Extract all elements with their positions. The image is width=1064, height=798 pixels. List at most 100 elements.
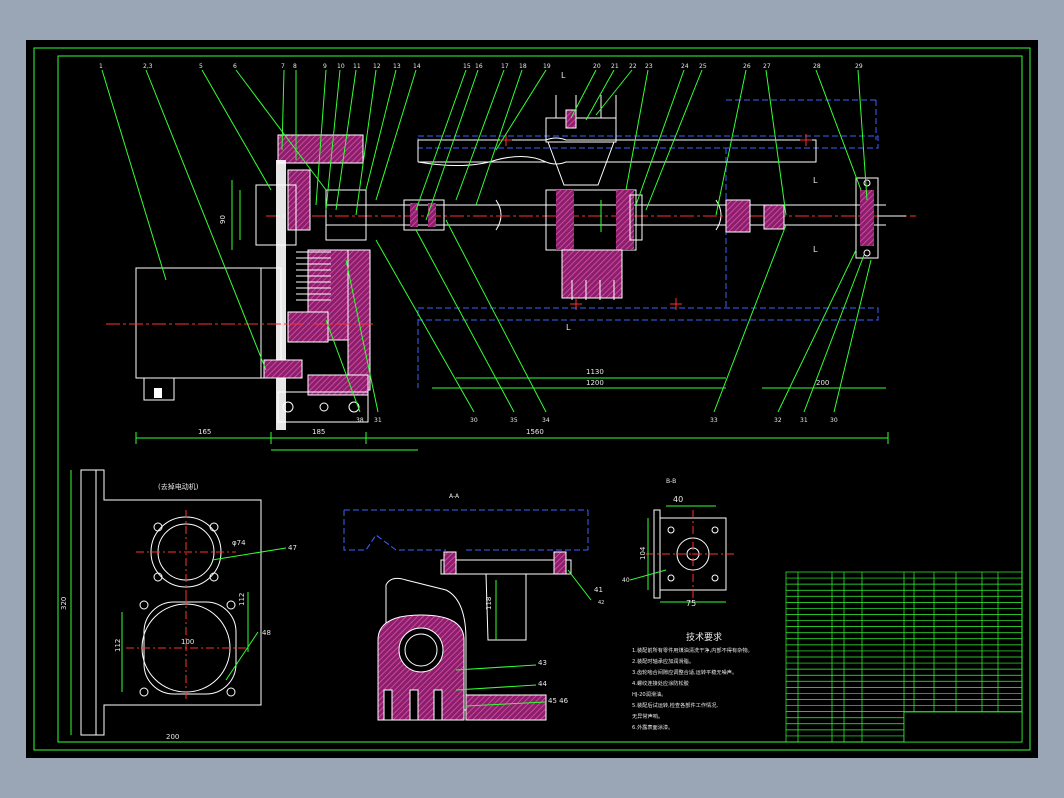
balloon-label-9: 9 bbox=[323, 63, 327, 70]
leader-line-top bbox=[585, 69, 615, 121]
leader-line-top bbox=[455, 69, 505, 201]
tech-requirement-line: 无异常声响。 bbox=[632, 712, 663, 720]
dim-overall: 1560 bbox=[526, 428, 544, 436]
balloon-label-18: 18 bbox=[519, 63, 527, 70]
leader-line-top bbox=[625, 69, 649, 191]
balloon-label-20: 20 bbox=[593, 63, 601, 70]
balloon-label-25: 25 bbox=[699, 63, 707, 70]
dim-320: 320 bbox=[60, 597, 68, 610]
balloon-label-bottom-35: 35 bbox=[510, 417, 518, 424]
label-42: 42 bbox=[598, 600, 604, 606]
dim-box-length: 185 bbox=[312, 428, 325, 436]
balloon-label-13: 13 bbox=[393, 63, 401, 70]
section-bb-label: B-B bbox=[666, 478, 676, 485]
dim-1200: 1200 bbox=[586, 379, 604, 387]
leader-line-bottom bbox=[713, 224, 787, 413]
balloon-label-bottom-30: 30 bbox=[830, 417, 838, 424]
tech-title: 技术要求 bbox=[686, 631, 722, 643]
dim-75: 75 bbox=[686, 599, 696, 608]
leader-line-top bbox=[765, 69, 787, 216]
parts-list-table bbox=[785, 571, 1023, 743]
dim-100: 100 bbox=[181, 638, 194, 646]
balloon-label-19: 19 bbox=[543, 63, 551, 70]
section-aa-label: A-A bbox=[449, 493, 460, 500]
leader-line-top bbox=[145, 69, 267, 371]
leader-line-top bbox=[857, 69, 868, 201]
technical-requirements: 技术要求 1.装配前所有零件用煤油清洗干净,内部不得有杂物。 2.装配时轴承应加润… bbox=[632, 631, 753, 731]
section-view-bracket bbox=[343, 509, 592, 721]
tech-requirement-line: HJ-20润滑油。 bbox=[632, 690, 666, 698]
balloon-label-10: 10 bbox=[337, 63, 345, 70]
dim-1130: 1130 bbox=[586, 368, 604, 376]
balloon-label-24: 24 bbox=[681, 63, 689, 70]
dim-40: 40 bbox=[673, 495, 683, 504]
leader-line-bottom bbox=[445, 219, 547, 413]
leader-line-top bbox=[715, 69, 747, 216]
balloon-label-23: 23 bbox=[645, 63, 653, 70]
balloon-label-7: 7 bbox=[281, 63, 285, 70]
balloon-label-bottom-30: 30 bbox=[470, 417, 478, 424]
balloon-label-21: 21 bbox=[611, 63, 619, 70]
balloon-label-26: 26 bbox=[743, 63, 751, 70]
balloon-label-11: 11 bbox=[353, 63, 361, 70]
section-mark-1: L bbox=[561, 71, 566, 80]
balloon-label-bottom-38: 38 bbox=[356, 417, 364, 424]
leader-line-top bbox=[475, 69, 523, 206]
label-40: 40 bbox=[622, 577, 630, 584]
label-45-46: 45 46 bbox=[548, 697, 569, 705]
tech-requirement-line: 2.装配时轴承应加润滑脂。 bbox=[632, 657, 694, 665]
tech-requirement-line: 5.装配后试运转,检查各部件工作情况, bbox=[632, 701, 718, 709]
dim-112: 112 bbox=[238, 593, 246, 606]
balloon-label-bottom-32: 32 bbox=[774, 417, 782, 424]
dim-phi74: φ74 bbox=[232, 539, 246, 547]
balloon-label-1: 1 bbox=[99, 63, 103, 70]
dim-200: 200 bbox=[816, 379, 829, 387]
balloon-label-29: 29 bbox=[855, 63, 863, 70]
drawing-sheet: 1 2,3 5 6 7 8 9 10 11 12 13 14 15 16 17 18 19 20 21 22 23 24 2… bbox=[26, 40, 1038, 758]
dim-90: 90 bbox=[219, 215, 227, 224]
tech-requirement-line: 1.装配前所有零件用煤油清洗干净,内部不得有杂物。 bbox=[632, 646, 753, 654]
cad-drawing: 1 2,3 5 6 7 8 9 10 11 12 13 14 15 16 17 18 19 20 21 22 23 24 2… bbox=[33, 47, 1031, 751]
balloon-label-22: 22 bbox=[629, 63, 637, 70]
balloon-label-16: 16 bbox=[475, 63, 483, 70]
dim-view-width: 200 bbox=[166, 733, 179, 741]
balloon-label-bottom-31: 31 bbox=[374, 417, 382, 424]
tech-requirement-line: 6.外露表面涂漆。 bbox=[632, 723, 673, 731]
balloon-label-28: 28 bbox=[813, 63, 821, 70]
balloon-label-12: 12 bbox=[373, 63, 381, 70]
motor-view-title: (去掉电动机) bbox=[158, 482, 199, 491]
balloon-label-17: 17 bbox=[501, 63, 509, 70]
leader-line-top bbox=[101, 69, 167, 281]
tech-requirement-line: 3.齿轮啮合间隙应调整合适,运转平稳无噪声。 bbox=[632, 668, 737, 676]
balloon-label-bottom-34: 34 bbox=[542, 417, 550, 424]
label-48: 48 bbox=[262, 629, 271, 637]
leader-line-top bbox=[815, 69, 862, 191]
balloon-label-2,3: 2,3 bbox=[143, 63, 153, 70]
balloon-label-5: 5 bbox=[199, 63, 203, 70]
leader-line-bottom bbox=[833, 259, 872, 413]
leader-line-top bbox=[375, 69, 417, 201]
balloon-label-bottom-33: 33 bbox=[710, 417, 718, 424]
section-mark-2: L bbox=[566, 323, 571, 332]
leader-line-bottom bbox=[375, 239, 475, 413]
dim-motor-length: 165 bbox=[198, 428, 211, 436]
leader-line-top bbox=[201, 69, 272, 191]
label-41: 41 bbox=[594, 586, 603, 594]
leader-line-top bbox=[365, 69, 397, 191]
label-44: 44 bbox=[538, 680, 547, 688]
leader-line-top bbox=[635, 69, 685, 206]
leader-line-top bbox=[425, 69, 479, 221]
tech-requirement-line: 4.螺纹连接处应涂防松胶 bbox=[632, 679, 689, 687]
leader-line-top bbox=[570, 69, 597, 119]
label-47: 47 bbox=[288, 544, 297, 552]
balloon-label-15: 15 bbox=[463, 63, 471, 70]
label-43: 43 bbox=[538, 659, 547, 667]
balloon-label-bottom-31: 31 bbox=[800, 417, 808, 424]
dim-104: 104 bbox=[639, 546, 647, 560]
balloon-label-27: 27 bbox=[763, 63, 771, 70]
motor-mount-view bbox=[70, 469, 287, 743]
leader-line-top bbox=[495, 69, 547, 151]
section-mark-4: L bbox=[813, 245, 818, 254]
balloon-label-8: 8 bbox=[293, 63, 297, 70]
dim-118: 118 bbox=[485, 597, 493, 610]
